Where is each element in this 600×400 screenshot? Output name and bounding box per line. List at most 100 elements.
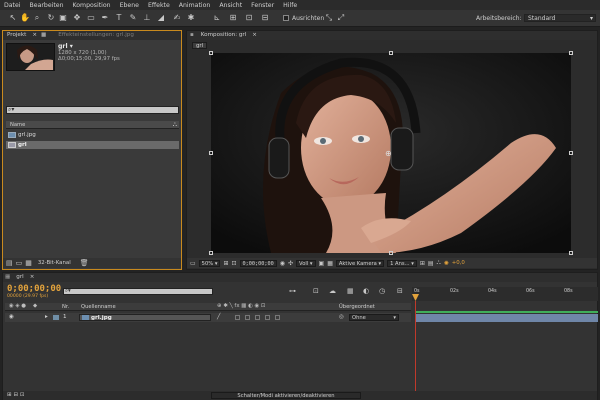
- text-tool-icon[interactable]: T: [114, 13, 124, 23]
- rotate-tool-icon[interactable]: ↻: [46, 13, 56, 23]
- tab-timeline[interactable]: grl: [12, 273, 27, 282]
- label-color-swatch[interactable]: [53, 315, 59, 320]
- menu-item-ansicht[interactable]: Ansicht: [219, 2, 242, 9]
- tab-composition[interactable]: Komposition: grl: [197, 31, 251, 40]
- shy-icon[interactable]: ☁: [329, 287, 336, 295]
- switch-box[interactable]: [275, 315, 280, 320]
- region-icon[interactable]: ▣: [319, 260, 325, 267]
- switch-box[interactable]: [255, 315, 260, 320]
- list-item-selected[interactable]: grl: [6, 141, 179, 149]
- pan-behind-tool-icon[interactable]: ✥: [72, 13, 82, 23]
- new-composition-icon[interactable]: ▦: [25, 259, 32, 267]
- channel-icon[interactable]: ✣: [288, 260, 293, 267]
- close-icon[interactable]: ×: [250, 31, 259, 40]
- camera-tool-icon[interactable]: ▣: [58, 13, 68, 23]
- camera-select[interactable]: Aktive Kamera ▾: [335, 259, 385, 267]
- pen-tool-icon[interactable]: ✒: [100, 13, 110, 23]
- toggle-switches-modes-button[interactable]: Schalter/Modi aktivieren/deaktivieren: [211, 392, 361, 399]
- composition-viewer[interactable]: ⊕: [209, 51, 573, 255]
- zoom-tool-icon[interactable]: ⌕: [32, 13, 42, 23]
- bbox-handle[interactable]: [569, 151, 573, 155]
- eye-icon[interactable]: ◉: [9, 314, 14, 320]
- timeline-icon[interactable]: ▤: [428, 260, 434, 267]
- project-search-input[interactable]: ⌕▾: [6, 106, 179, 114]
- expand-pane-icon[interactable]: ⊞ ⊟ ⊡: [7, 392, 25, 398]
- selection-tool-icon[interactable]: ↖: [8, 13, 18, 23]
- lock-icon[interactable]: ▪: [187, 31, 197, 40]
- transparency-grid-icon[interactable]: ▦: [327, 260, 333, 267]
- bbox-handle[interactable]: [389, 51, 393, 55]
- puppet-tool-icon[interactable]: ✱: [186, 13, 196, 23]
- parent-select[interactable]: Ohne ▾: [349, 314, 399, 321]
- menu-item-komposition[interactable]: Komposition: [73, 2, 111, 9]
- frame-blending-icon[interactable]: ▦: [347, 287, 354, 295]
- mask-icon[interactable]: ⊡: [232, 260, 237, 267]
- distribute-icon[interactable]: ⤢: [336, 13, 346, 23]
- snap-axis-icon[interactable]: ⊟: [260, 13, 270, 23]
- flowchart-icon[interactable]: ⛬: [437, 259, 441, 267]
- brush-tool-icon[interactable]: ✎: [128, 13, 138, 23]
- work-area-bar[interactable]: [416, 311, 598, 313]
- column-source-name[interactable]: Quellenname: [81, 304, 116, 310]
- hand-tool-icon[interactable]: ✋: [20, 13, 30, 23]
- panel-menu-icon[interactable]: ■: [39, 31, 48, 40]
- menu-item-fenster[interactable]: Fenster: [251, 2, 274, 9]
- exposure-value[interactable]: +0,0: [452, 260, 465, 266]
- timeline-search-input[interactable]: ⌕▾: [63, 288, 213, 295]
- roto-brush-tool-icon[interactable]: ✍: [172, 13, 182, 23]
- menu-item-ebene[interactable]: Ebene: [120, 2, 139, 9]
- fast-preview-icon[interactable]: ⊞: [420, 260, 425, 267]
- trash-icon[interactable]: 🗑: [80, 259, 89, 267]
- menu-item-hilfe[interactable]: Hilfe: [283, 2, 297, 9]
- column-parent[interactable]: Übergeordnet: [339, 304, 375, 310]
- switch-box[interactable]: [235, 315, 240, 320]
- bbox-handle[interactable]: [209, 51, 213, 55]
- pick-whip-icon[interactable]: ◎: [339, 314, 344, 320]
- new-folder-icon[interactable]: ▭: [16, 259, 23, 267]
- column-name[interactable]: Name: [10, 122, 25, 128]
- local-axis-icon[interactable]: ⊾: [212, 13, 222, 23]
- resolution-select[interactable]: Voll ▾: [296, 259, 316, 267]
- quality-switch-icon[interactable]: ╱: [217, 314, 220, 320]
- flowchart-icon[interactable]: ⛬: [173, 121, 177, 129]
- world-axis-icon[interactable]: ⊞: [228, 13, 238, 23]
- bbox-handle[interactable]: [209, 251, 213, 255]
- exposure-icon[interactable]: ✺: [444, 260, 449, 267]
- time-ruler[interactable]: 0s 02s 04s 06s 08s: [412, 287, 598, 301]
- rectangle-tool-icon[interactable]: ▭: [86, 13, 96, 23]
- bbox-handle[interactable]: [209, 151, 213, 155]
- zoom-select[interactable]: 50% ▾: [198, 259, 221, 267]
- bbox-handle[interactable]: [569, 251, 573, 255]
- list-item[interactable]: grl.jpg: [6, 131, 179, 139]
- workspace-select[interactable]: Standard ▾: [524, 14, 596, 22]
- close-icon[interactable]: ×: [28, 273, 37, 282]
- current-time[interactable]: 0;00;00;00: [7, 284, 61, 294]
- motion-blur-icon[interactable]: ◐: [363, 287, 369, 295]
- playhead-icon[interactable]: [412, 294, 419, 301]
- anchor-point-icon[interactable]: ⊕: [385, 149, 392, 158]
- tab-effect-controls[interactable]: Effekteinstellungen: grl.jpg: [54, 31, 138, 40]
- comp-breadcrumb[interactable]: grl: [192, 42, 208, 49]
- expand-arrow-icon[interactable]: ▸: [45, 314, 48, 320]
- timecode-display[interactable]: 0;00;00;00: [239, 259, 277, 267]
- align-checkbox[interactable]: [283, 15, 289, 21]
- layer-duration-bar[interactable]: [416, 314, 598, 322]
- eraser-tool-icon[interactable]: ◢: [156, 13, 166, 23]
- layer-name-field[interactable]: grl.jpg: [79, 314, 211, 321]
- views-select[interactable]: 1 Ans... ▾: [387, 259, 417, 267]
- interpret-footage-icon[interactable]: ▤: [6, 259, 13, 267]
- column-number[interactable]: Nr.: [62, 304, 69, 310]
- menu-item-animation[interactable]: Animation: [179, 2, 211, 9]
- menu-item-bearbeiten[interactable]: Bearbeiten: [30, 2, 64, 9]
- snap-icon[interactable]: ⤡: [324, 13, 334, 23]
- tab-project[interactable]: Projekt: [3, 31, 30, 40]
- bbox-handle[interactable]: [389, 251, 393, 255]
- grid-icon[interactable]: ⊞: [223, 260, 228, 267]
- switch-box[interactable]: [245, 315, 250, 320]
- view-axis-icon[interactable]: ⊡: [244, 13, 254, 23]
- switch-box[interactable]: [265, 315, 270, 320]
- close-icon[interactable]: ×: [30, 31, 39, 40]
- menu-item-effekte[interactable]: Effekte: [148, 2, 170, 9]
- mini-flowchart-icon[interactable]: ⊶: [289, 287, 296, 295]
- magnifier-icon[interactable]: ▭: [190, 260, 196, 267]
